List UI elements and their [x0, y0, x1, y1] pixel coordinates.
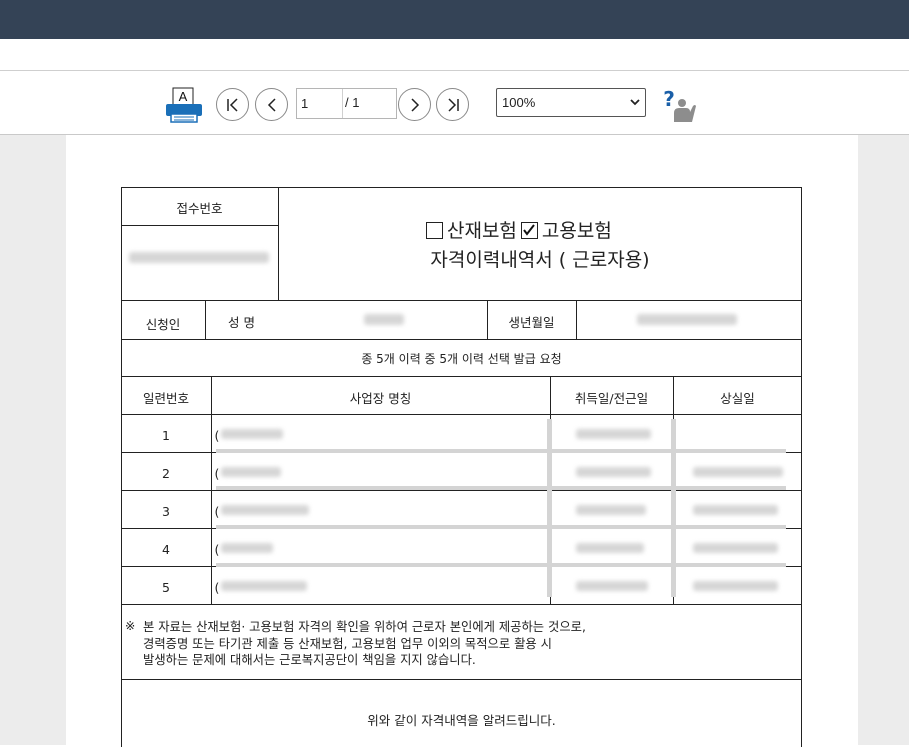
row-workplace — [221, 543, 273, 553]
row-name-prefix: ( — [214, 580, 220, 595]
row-name-prefix: ( — [214, 428, 220, 443]
insurance-checkboxes: 산재보험 고용보험 — [426, 216, 612, 243]
notice-line-2: 경력증명 또는 타기관 제출 등 산재보험, 고용보험 업무 이외의 목적으로 … — [143, 636, 552, 651]
row-acquired — [576, 543, 644, 553]
header-workplace: 사업장 명칭 — [349, 391, 412, 406]
zoom-select[interactable]: 100% — [496, 88, 646, 117]
notice-text: 본 자료는 산재보험· 고용보험 자격의 확인을 위하여 근로자 본인에게 제공… — [143, 619, 586, 669]
employment-insurance-label: 고용보험 — [541, 220, 612, 242]
help-icon[interactable]: ? — [660, 86, 698, 124]
first-page-icon — [226, 97, 238, 112]
chevron-down-icon — [630, 99, 640, 106]
zoom-value: 100% — [502, 95, 536, 110]
last-page-icon — [447, 97, 459, 112]
menu-strip — [0, 39, 909, 71]
row-workplace — [221, 467, 281, 477]
form-title: 자격이력내역서 ( 근로자용) — [430, 249, 650, 271]
row-lost — [693, 543, 778, 553]
industrial-checkbox — [426, 222, 443, 239]
name-label: 성 명 — [228, 315, 255, 330]
prev-page-icon — [267, 97, 276, 112]
prev-page-button[interactable] — [255, 88, 288, 121]
birth-date-label: 생년월일 — [508, 315, 555, 330]
row-lost — [693, 581, 778, 591]
next-page-button[interactable] — [398, 88, 431, 121]
header-serial: 일련번호 — [142, 391, 189, 406]
row-acquired — [576, 467, 651, 477]
summary-text: 종 5개 이력 중 5개 이력 선택 발급 요청 — [361, 352, 562, 366]
row-name-prefix: ( — [214, 504, 220, 519]
row-acquired — [576, 505, 646, 515]
employment-checkbox — [520, 222, 538, 239]
first-page-button[interactable] — [216, 88, 249, 121]
row-serial: 1 — [162, 428, 170, 443]
next-page-icon — [410, 97, 419, 112]
row-acquired — [576, 429, 651, 439]
notice-line-3: 발생하는 문제에 대해서는 근로복지공단이 책임을 지지 않습니다. — [143, 653, 476, 667]
svg-text:?: ? — [663, 87, 675, 111]
row-serial: 5 — [162, 580, 170, 595]
browser-topbar — [0, 0, 909, 39]
row-lost — [693, 467, 783, 477]
row-workplace — [221, 429, 283, 439]
total-pages: / 1 — [345, 95, 360, 110]
notice-mark: ※ — [125, 619, 136, 633]
row-name-prefix: ( — [214, 466, 220, 481]
receipt-number-label: 접수번호 — [176, 201, 223, 216]
row-workplace — [221, 581, 307, 591]
header-lost-date: 상실일 — [720, 391, 755, 406]
qualification-history-form: 접수번호 산재보험 고용보험 자격이력내역서 ( 근로자용) 신청인 성 명 생… — [121, 187, 802, 747]
name-value — [364, 314, 404, 325]
birth-date-value — [637, 314, 737, 325]
row-acquired — [576, 581, 648, 591]
checkmark-icon — [523, 224, 535, 236]
last-page-button[interactable] — [436, 88, 469, 121]
row-lost — [693, 505, 778, 515]
applicant-label: 신청인 — [145, 317, 181, 332]
notice-line-1: 본 자료는 산재보험· 고용보험 자격의 확인을 위하여 근로자 본인에게 제공… — [143, 620, 586, 634]
receipt-number-value — [129, 252, 269, 263]
row-name-prefix: ( — [214, 542, 220, 557]
print-icon-letter: A — [179, 89, 188, 104]
print-icon[interactable]: A — [165, 87, 203, 123]
header-acquired-date: 취득일/전근일 — [574, 391, 649, 406]
footer-statement: 위와 같이 자격내역을 알려드립니다. — [367, 713, 556, 728]
current-page-input[interactable] — [297, 89, 343, 118]
row-serial: 4 — [162, 542, 170, 557]
industrial-insurance-label: 산재보험 — [446, 220, 517, 242]
row-workplace — [221, 505, 309, 515]
row-serial: 2 — [162, 466, 170, 481]
row-serial: 3 — [162, 504, 170, 519]
page-number-box: / 1 — [296, 88, 397, 119]
